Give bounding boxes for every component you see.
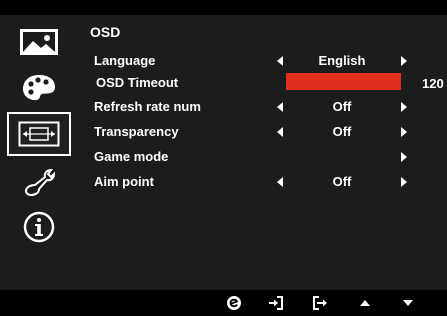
osd-screen: OSD Language English OSD Timeout 120 Ref… xyxy=(0,0,447,316)
picture-icon xyxy=(20,29,58,55)
game-mode-label: Game mode xyxy=(94,149,169,164)
refresh-rate-label: Refresh rate num xyxy=(94,99,201,114)
osd-timeout-slider-fill xyxy=(286,73,401,90)
transparency-value: Off xyxy=(332,124,352,139)
osd-timeout-value: 120 xyxy=(422,76,444,91)
osd-timeout-slider[interactable] xyxy=(286,73,401,90)
osd-panel: OSD Language English OSD Timeout 120 Ref… xyxy=(80,15,447,290)
left-arrow-icon[interactable] xyxy=(277,127,283,137)
down-arrow-icon xyxy=(403,300,413,306)
left-arrow-icon[interactable] xyxy=(277,56,283,66)
osd-icon xyxy=(18,121,60,147)
e-key-button[interactable] xyxy=(224,294,244,312)
aim-point-value: Off xyxy=(332,174,352,189)
enter-icon xyxy=(269,296,283,310)
right-arrow-icon[interactable] xyxy=(401,102,407,112)
osd-timeout-row[interactable]: OSD Timeout 120 xyxy=(80,71,447,95)
language-value: English xyxy=(318,53,366,68)
transparency-label: Transparency xyxy=(94,124,179,139)
key-bar xyxy=(0,290,447,316)
e-key-icon xyxy=(227,296,241,310)
exit-button[interactable] xyxy=(310,294,330,312)
right-arrow-icon[interactable] xyxy=(401,177,407,187)
right-arrow-icon[interactable] xyxy=(401,56,407,66)
enter-button[interactable] xyxy=(266,294,286,312)
down-button[interactable] xyxy=(398,294,418,312)
left-arrow-icon[interactable] xyxy=(277,102,283,112)
palette-icon xyxy=(23,75,55,101)
left-arrow-icon[interactable] xyxy=(277,177,283,187)
right-arrow-icon[interactable] xyxy=(401,127,407,137)
up-arrow-icon xyxy=(360,300,370,306)
right-arrow-icon[interactable] xyxy=(401,152,407,162)
picture-tab[interactable] xyxy=(7,21,71,63)
aim-point-label: Aim point xyxy=(94,174,154,189)
menu-title: OSD xyxy=(90,24,121,40)
exit-icon xyxy=(313,296,327,310)
up-button[interactable] xyxy=(355,294,375,312)
language-label: Language xyxy=(94,53,156,68)
transparency-row[interactable]: Transparency Off xyxy=(80,120,447,144)
settings-tab[interactable] xyxy=(7,161,71,203)
aim-point-row[interactable]: Aim point Off xyxy=(80,170,447,194)
refresh-rate-row[interactable]: Refresh rate num Off xyxy=(80,95,447,119)
language-row[interactable]: Language English xyxy=(80,49,447,73)
wrench-icon xyxy=(24,168,56,197)
color-tab[interactable] xyxy=(7,67,71,109)
game-mode-row[interactable]: Game mode xyxy=(80,145,447,169)
osd-timeout-label: OSD Timeout xyxy=(96,75,179,90)
osd-tab[interactable] xyxy=(7,112,71,156)
info-icon xyxy=(23,211,55,243)
info-tab[interactable] xyxy=(7,206,71,248)
osd-sidebar xyxy=(0,15,80,290)
refresh-rate-value: Off xyxy=(332,99,352,114)
